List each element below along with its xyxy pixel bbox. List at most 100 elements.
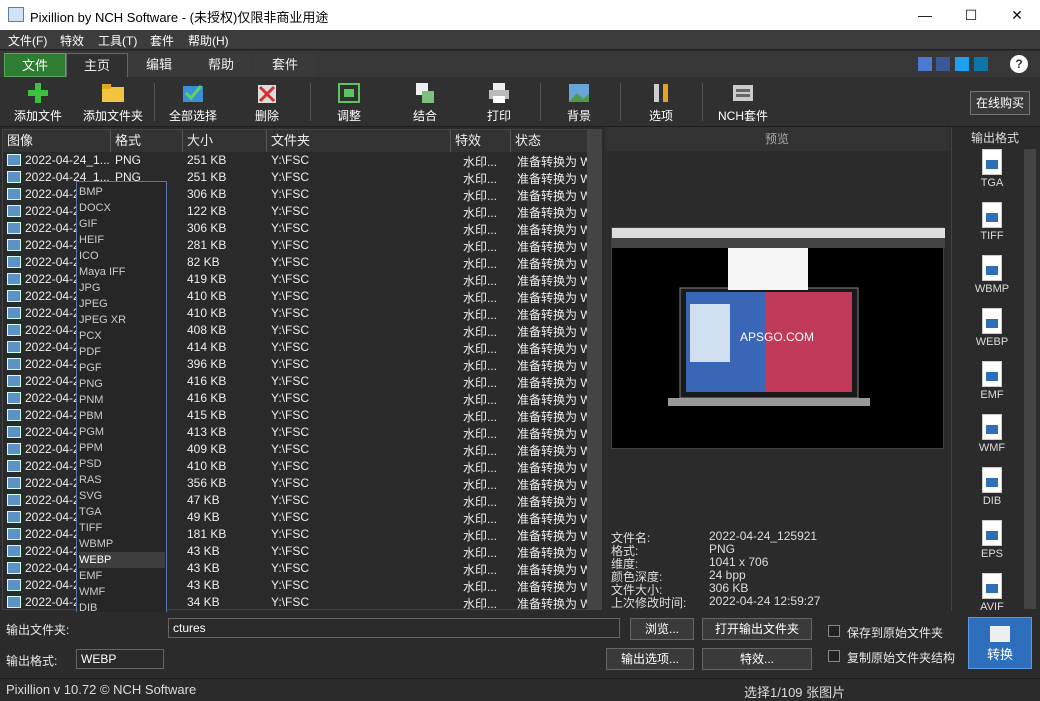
image-thumbnail-icon <box>7 205 21 217</box>
close-button[interactable]: ✕ <box>994 0 1040 30</box>
cell-size: 281 KB <box>187 238 227 252</box>
format-option[interactable]: PNM <box>79 392 165 408</box>
tab-home[interactable]: 主页 <box>66 53 128 77</box>
format-option[interactable]: PGF <box>79 360 165 376</box>
thumbs-up-icon[interactable] <box>918 57 932 71</box>
output-folder-input[interactable]: ctures <box>168 618 620 638</box>
format-option[interactable]: TIFF <box>79 520 165 536</box>
format-tile[interactable]: WBMP <box>962 255 1022 295</box>
menu-suite[interactable]: 套件 <box>150 32 174 49</box>
print-button[interactable]: 打印 <box>472 79 526 124</box>
save-original-checkbox[interactable] <box>828 625 840 637</box>
adjust-button[interactable]: 调整 <box>322 79 376 124</box>
background-button[interactable]: 背景 <box>552 79 606 124</box>
format-option[interactable]: PBM <box>79 408 165 424</box>
format-tile-label: EPS <box>980 548 1003 560</box>
image-thumbnail-icon <box>7 426 21 438</box>
tab-help[interactable]: 帮助 <box>190 53 252 77</box>
format-tile-label: TIFF <box>980 230 1004 242</box>
select-all-button[interactable]: 全部选择 <box>164 79 222 124</box>
linkedin-icon[interactable] <box>974 57 988 71</box>
format-option[interactable]: PGM <box>79 424 165 440</box>
format-tile[interactable]: WMF <box>962 414 1022 454</box>
format-option[interactable]: PSD <box>79 456 165 472</box>
cell-image: 2022-04-2 <box>25 340 80 354</box>
open-output-folder-button[interactable]: 打开输出文件夹 <box>702 618 812 640</box>
maximize-button[interactable]: ☐ <box>948 0 994 30</box>
effects-button[interactable]: 特效... <box>702 648 812 670</box>
format-option[interactable]: RAS <box>79 472 165 488</box>
format-tile[interactable]: EPS <box>962 520 1022 560</box>
menu-effects[interactable]: 特效 <box>60 32 84 49</box>
help-icon[interactable]: ? <box>1010 55 1028 73</box>
cell-folder: Y:\FSC <box>271 272 310 286</box>
format-tile[interactable]: EMF <box>962 361 1022 401</box>
cell-folder: Y:\FSC <box>271 442 310 456</box>
format-option[interactable]: TGA <box>79 504 165 520</box>
cell-folder: Y:\FSC <box>271 306 310 320</box>
format-option[interactable]: PCX <box>79 328 165 344</box>
format-option[interactable]: Maya IFF <box>79 264 165 280</box>
format-option[interactable]: GIF <box>79 216 165 232</box>
format-scrollbar[interactable] <box>1024 149 1036 609</box>
format-option[interactable]: WEBP <box>79 552 165 568</box>
format-tile[interactable]: WEBP <box>962 308 1022 348</box>
format-tile[interactable]: AVIF <box>962 573 1022 613</box>
format-option[interactable]: WMF <box>79 584 165 600</box>
output-format-dropdown[interactable]: BMP DOCX GIF HEIF ICO Maya IFF JPG JPEG JPEG XR P… <box>76 181 167 646</box>
format-option[interactable]: PPM <box>79 440 165 456</box>
buy-online-button[interactable]: 在线购买 <box>970 91 1030 115</box>
format-option[interactable]: PNG <box>79 376 165 392</box>
format-option[interactable]: PDF <box>79 344 165 360</box>
column-image[interactable]: 图像 <box>3 130 111 152</box>
column-effects[interactable]: 特效 <box>451 130 511 152</box>
format-option[interactable]: ICO <box>79 248 165 264</box>
format-option[interactable]: JPEG <box>79 296 165 312</box>
output-options-button[interactable]: 输出选项... <box>606 648 694 670</box>
minimize-button[interactable]: — <box>902 0 948 30</box>
cell-size: 356 KB <box>187 476 227 490</box>
column-status[interactable]: 状态 <box>511 130 589 152</box>
printer-icon <box>486 81 512 105</box>
browse-button[interactable]: 浏览... <box>630 618 694 640</box>
format-tile[interactable]: TIFF <box>962 202 1022 242</box>
menu-file[interactable]: 文件(F) <box>8 32 47 49</box>
output-format-select[interactable]: WEBP <box>76 649 164 669</box>
format-option[interactable]: EMF <box>79 568 165 584</box>
column-folder[interactable]: 文件夹 <box>267 130 451 152</box>
cell-effects: 水印... <box>463 563 498 577</box>
cell-status: 准备转换为 W <box>517 393 592 407</box>
cell-image: 2022-04-2 <box>25 493 80 507</box>
convert-button[interactable]: 转换 <box>968 617 1032 669</box>
format-option[interactable]: DOCX <box>79 200 165 216</box>
format-option[interactable]: JPG <box>79 280 165 296</box>
table-row[interactable]: 2022-04-24_1... PNG 251 KB Y:\FSC 水印... 准备转换为… <box>3 152 592 169</box>
format-tile[interactable]: TGA <box>962 149 1022 189</box>
combine-button[interactable]: 结合 <box>398 79 452 124</box>
facebook-icon[interactable] <box>936 57 950 71</box>
image-thumbnail-icon <box>7 154 21 166</box>
file-list-scrollbar[interactable] <box>587 130 601 609</box>
menu-tools[interactable]: 工具(T) <box>98 32 137 49</box>
format-option[interactable]: BMP <box>79 184 165 200</box>
tab-edit[interactable]: 编辑 <box>128 53 190 77</box>
format-option[interactable]: HEIF <box>79 232 165 248</box>
column-format[interactable]: 格式 <box>111 130 183 152</box>
cell-size: 43 KB <box>187 544 220 558</box>
delete-button[interactable]: 删除 <box>240 79 294 124</box>
menu-help[interactable]: 帮助(H) <box>188 32 229 49</box>
column-size[interactable]: 大小 <box>183 130 267 152</box>
copy-structure-checkbox[interactable] <box>828 650 840 662</box>
options-button[interactable]: 选项 <box>634 79 688 124</box>
format-option[interactable]: SVG <box>79 488 165 504</box>
tab-suite[interactable]: 套件 <box>254 53 316 77</box>
tab-file[interactable]: 文件 <box>4 53 66 77</box>
format-option[interactable]: WBMP <box>79 536 165 552</box>
cell-size: 416 KB <box>187 374 227 388</box>
add-file-button[interactable]: 添加文件 <box>10 79 66 124</box>
add-folder-button[interactable]: 添加文件夹 <box>78 79 148 124</box>
format-option[interactable]: JPEG XR <box>79 312 165 328</box>
format-tile[interactable]: DIB <box>962 467 1022 507</box>
nch-suite-button[interactable]: NCH套件 <box>714 79 772 124</box>
twitter-icon[interactable] <box>955 57 969 71</box>
